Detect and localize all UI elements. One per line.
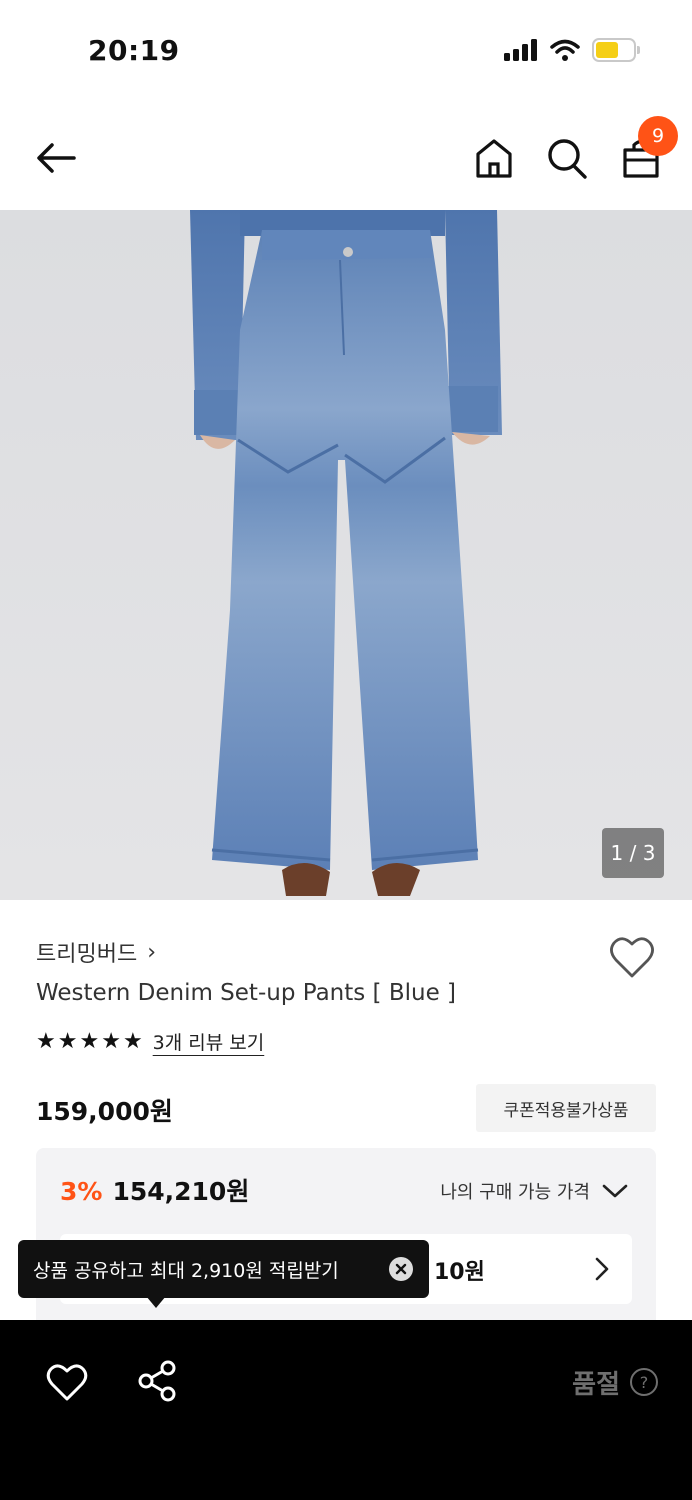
home-icon[interactable] [474,136,514,180]
image-counter: 1 / 3 [602,828,664,878]
my-price-label: 나의 구매 가능 가격 [440,1182,590,1203]
product-photo-jeans [0,210,692,900]
star-icon: ★ [36,1029,56,1054]
share-reward-tooltip: 상품 공유하고 최대 2,910원 적립받기 [18,1240,429,1298]
product-image[interactable]: 1 / 3 [0,210,692,900]
status-bar: 20:19 [0,0,692,100]
tooltip-text: 상품 공유하고 최대 2,910원 적립받기 [33,1259,339,1282]
star-icon: ★ [79,1029,100,1054]
product-name: Western Denim Set-up Pants [ Blue ] [36,980,457,1006]
battery-icon [592,38,640,62]
brand-name: 트리밍버드 [36,942,138,967]
coupon-unavailable-tag: 쿠폰적용불가상품 [476,1084,656,1132]
star-icon: ★ [122,1029,143,1054]
heart-icon[interactable] [608,934,656,980]
chevron-down-icon [602,1184,628,1198]
chevron-right-icon [595,1257,609,1281]
chevron-right-icon: › [147,939,157,965]
heart-icon[interactable] [46,1362,88,1402]
status-icons [504,38,640,62]
my-price-toggle[interactable]: 나의 구매 가능 가격 [440,1178,628,1204]
signal-icon [504,39,537,61]
top-navigation [0,110,692,206]
help-icon[interactable]: ? [630,1368,658,1396]
star-icon: ★ [57,1029,78,1054]
original-price: 159,000원 [36,1097,173,1126]
discount-row: 3% 154,210원 [60,1172,249,1208]
wifi-icon [550,39,580,61]
bottom-action-bar: 품절 ? [0,1320,692,1500]
soldout-label: 품절 [572,1370,620,1400]
search-icon[interactable] [546,136,588,180]
rating-stars: ★ ★ ★ ★ ★ [36,1029,143,1054]
discount-price: 154,210원 [112,1177,250,1206]
back-arrow-icon[interactable] [34,136,78,180]
brand-link[interactable]: 트리밍버드 › [36,936,156,968]
close-icon[interactable] [389,1257,413,1281]
status-time: 20:19 [88,34,180,67]
share-icon[interactable] [136,1360,178,1402]
cart-count-badge: 9 [638,116,678,156]
tooltip-tail [146,1296,166,1308]
review-row: ★ ★ ★ ★ ★ 3개 리뷰 보기 [36,1028,264,1055]
discount-percent: 3% [60,1177,103,1206]
star-icon: ★ [101,1029,121,1054]
benefit-value: 10원 [434,1260,485,1285]
review-link[interactable]: 3개 리뷰 보기 [153,1028,265,1055]
